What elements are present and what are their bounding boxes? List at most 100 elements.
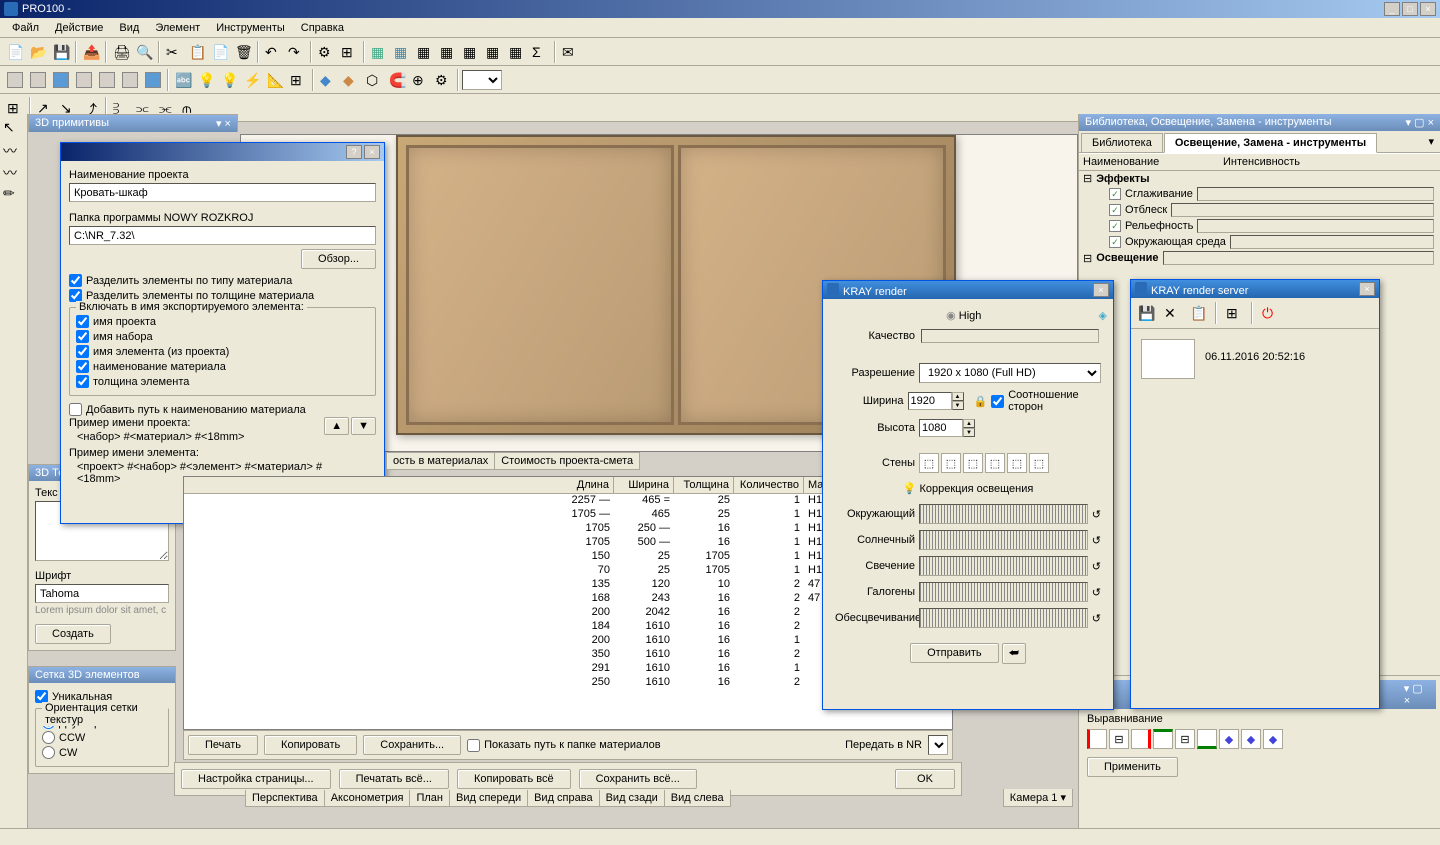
paste-icon[interactable]: 📄 [209, 41, 231, 63]
copy-button[interactable]: Копировать [264, 735, 357, 755]
browse-button[interactable]: Обзор... [301, 249, 376, 269]
redo-icon[interactable]: ↷ [285, 41, 307, 63]
cube-icon[interactable] [119, 69, 141, 91]
reset-icon[interactable]: ↺ [1092, 560, 1101, 573]
diamond-icon[interactable]: ◆ [340, 69, 362, 91]
align-bottom-icon[interactable] [1197, 729, 1217, 749]
magnet-icon[interactable]: 🧲 [386, 69, 408, 91]
ambient-slider[interactable] [919, 504, 1088, 524]
model-door[interactable] [406, 145, 674, 425]
tool-icon[interactable]: 📐 [264, 69, 286, 91]
wall-icon[interactable]: ⬚ [1007, 453, 1027, 473]
dropdown-icon[interactable]: ▾ [1424, 133, 1438, 152]
reset-icon[interactable]: ↺ [1092, 508, 1101, 521]
width-spinner[interactable]: ▲▼ [908, 392, 964, 410]
tree-item[interactable]: ✓Сглаживание [1079, 186, 1440, 202]
opt-checkbox[interactable] [76, 330, 89, 343]
split-material-checkbox[interactable] [69, 274, 82, 287]
close-icon[interactable]: × [364, 145, 380, 159]
tree-item[interactable]: ✓Рельефность [1079, 218, 1440, 234]
cube-icon[interactable] [27, 69, 49, 91]
tool-icon[interactable]: ⚙ [315, 41, 337, 63]
save-all-button[interactable]: Сохранить всё... [579, 769, 697, 789]
print-icon[interactable]: 🖨 [110, 41, 132, 63]
sun-slider[interactable] [919, 530, 1088, 550]
tool-icon[interactable]: ⊕ [409, 69, 431, 91]
grid-icon[interactable]: ⊞ [287, 69, 309, 91]
tree-lighting[interactable]: ⊟Освещение [1079, 250, 1440, 266]
export-icon[interactable]: 📤 [80, 41, 102, 63]
align-icon[interactable]: ◆ [1241, 729, 1261, 749]
copy-all-button[interactable]: Копировать всё [457, 769, 571, 789]
tab-plan[interactable]: План [409, 790, 450, 807]
quality-slider[interactable] [921, 329, 1099, 343]
th[interactable]: Толщина [674, 477, 734, 493]
tool-icon[interactable]: ▦ [391, 41, 413, 63]
wall-icon[interactable]: ⬚ [985, 453, 1005, 473]
align-icon[interactable]: ◆ [1219, 729, 1239, 749]
wall-icon[interactable]: ⬚ [1029, 453, 1049, 473]
open-icon[interactable]: 📂 [27, 41, 49, 63]
wall-icon[interactable]: ⬚ [963, 453, 983, 473]
tab-library[interactable]: Библиотека [1081, 133, 1163, 152]
sum-icon[interactable]: Σ [529, 41, 551, 63]
panel-controls[interactable]: ▾ ▢ × [1406, 116, 1434, 129]
bulb-icon[interactable]: 💡 [218, 69, 240, 91]
tool-icon[interactable]: ▦ [414, 41, 436, 63]
align-middle-icon[interactable]: ⊟ [1175, 729, 1195, 749]
add-path-checkbox[interactable] [69, 403, 82, 416]
tool-icon[interactable]: ▦ [368, 41, 390, 63]
reset-icon[interactable]: ↺ [1092, 534, 1101, 547]
tool-icon[interactable]: 〰 [0, 160, 22, 182]
wall-icon[interactable]: ⬚ [919, 453, 939, 473]
save-icon[interactable]: 💾 [1135, 302, 1157, 324]
tool-icon[interactable]: 〰 [0, 138, 22, 160]
orient-radio[interactable] [42, 731, 55, 744]
create-button[interactable]: Создать [35, 624, 111, 644]
wall-icon[interactable]: ⬚ [941, 453, 961, 473]
tool-icon[interactable]: ▦ [460, 41, 482, 63]
copy-icon[interactable]: 📋 [1187, 302, 1209, 324]
tab-cost-estimate[interactable]: Стоимость проекта-смета [494, 452, 640, 470]
cube-icon[interactable] [4, 69, 26, 91]
opt-checkbox[interactable] [76, 375, 89, 388]
print-preview-icon[interactable]: 🔍 [133, 41, 155, 63]
copy-icon[interactable]: 📋 [186, 41, 208, 63]
align-top-icon[interactable] [1153, 729, 1173, 749]
tool-icon[interactable]: ⚡ [241, 69, 263, 91]
align-icon[interactable]: ◆ [1263, 729, 1283, 749]
opt-checkbox[interactable] [76, 360, 89, 373]
save-button[interactable]: Сохранить... [363, 735, 461, 755]
pencil-icon[interactable]: ✏ [0, 182, 22, 204]
tab-axonometry[interactable]: Аксонометрия [324, 790, 411, 807]
opt-checkbox[interactable] [76, 315, 89, 328]
minimize-button[interactable]: _ [1384, 2, 1400, 16]
print-button[interactable]: Печать [188, 735, 258, 755]
align-left-icon[interactable] [1087, 729, 1107, 749]
help-icon[interactable]: ? [346, 145, 362, 159]
nr-select[interactable] [928, 735, 948, 755]
print-all-button[interactable]: Печатать всё... [339, 769, 449, 789]
tool-icon[interactable]: ▦ [506, 41, 528, 63]
menu-view[interactable]: Вид [111, 20, 147, 36]
resolution-select[interactable]: 1920 x 1080 (Full HD) [919, 363, 1101, 383]
down-button[interactable]: ▼ [351, 417, 376, 435]
reset-icon[interactable]: ↺ [1092, 612, 1101, 625]
send-nr-link[interactable]: Передать в NR [845, 739, 922, 751]
cut-icon[interactable]: ✂ [163, 41, 185, 63]
delete-icon[interactable]: 🗑 [232, 41, 254, 63]
menu-element[interactable]: Элемент [147, 20, 208, 36]
panel-close-icon[interactable]: ▾ × [216, 117, 231, 130]
tool-icon[interactable]: ▦ [437, 41, 459, 63]
gear-icon[interactable]: ⚙ [432, 69, 454, 91]
project-name-input[interactable] [69, 183, 376, 202]
up-button[interactable]: ▲ [324, 417, 349, 435]
th[interactable]: Длина [184, 477, 614, 493]
menu-file[interactable]: Файл [4, 20, 47, 36]
cube-icon[interactable] [142, 69, 164, 91]
page-setup-button[interactable]: Настройка страницы... [181, 769, 331, 789]
show-path-checkbox[interactable] [467, 739, 480, 752]
tab-cost-materials[interactable]: ость в материалах [386, 452, 495, 470]
menu-help[interactable]: Справка [293, 20, 352, 36]
tab-perspective[interactable]: Перспектива [245, 790, 325, 807]
